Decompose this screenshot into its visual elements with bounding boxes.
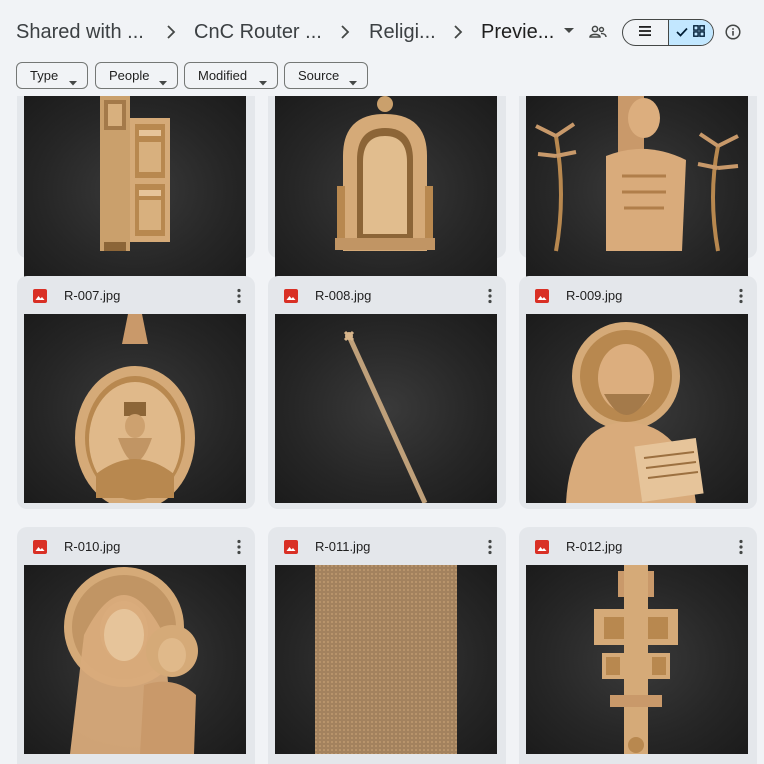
file-card-header: R-012.jpg (519, 527, 757, 565)
chevron-right-icon (451, 22, 465, 42)
breadcrumb-item-religious[interactable]: Religi... (369, 20, 436, 44)
file-card[interactable] (268, 96, 506, 285)
grid-view-button[interactable] (667, 20, 713, 45)
image-file-icon (284, 289, 298, 303)
file-thumbnail (526, 565, 748, 754)
dropdown-arrow-icon (259, 74, 267, 89)
filter-source-label: Source (298, 68, 340, 83)
file-thumbnail (275, 314, 497, 503)
file-name: R-012.jpg (566, 539, 623, 554)
more-vert-icon[interactable] (488, 539, 492, 555)
header-bar: Shared with ... CnC Router ... Religi...… (0, 0, 764, 62)
info-icon[interactable] (725, 24, 741, 40)
image-file-icon (535, 540, 549, 554)
check-icon (676, 24, 689, 42)
file-card[interactable]: R-008.jpg (268, 276, 506, 509)
filter-source-chip[interactable]: Source (284, 62, 368, 89)
file-card-header: R-008.jpg (268, 276, 506, 314)
filter-modified-label: Modified (198, 68, 248, 83)
file-grid: R-007.jpg R-008.jpg R-009.jpg R-010.jpg … (0, 96, 764, 764)
image-file-icon (33, 289, 47, 303)
file-card[interactable] (17, 96, 255, 285)
more-vert-icon[interactable] (237, 539, 241, 555)
grid-view-icon (693, 24, 706, 42)
file-thumbnail (526, 314, 748, 503)
file-card[interactable]: R-009.jpg (519, 276, 757, 509)
file-card-header: R-010.jpg (17, 527, 255, 565)
filter-people-chip[interactable]: People (95, 62, 178, 89)
file-card[interactable]: R-011.jpg (268, 527, 506, 764)
file-card[interactable]: R-012.jpg (519, 527, 757, 764)
people-icon[interactable] (589, 24, 607, 40)
file-card-header: R-011.jpg (268, 527, 506, 565)
file-name: R-009.jpg (566, 288, 623, 303)
file-card[interactable] (519, 96, 757, 285)
image-file-icon (33, 540, 47, 554)
file-thumbnail (24, 314, 246, 503)
more-vert-icon[interactable] (237, 288, 241, 304)
file-thumbnail (275, 96, 497, 285)
breadcrumb-item-shared[interactable]: Shared with ... (16, 20, 144, 44)
filter-type-chip[interactable]: Type (16, 62, 88, 89)
folder-menu-dropdown-icon[interactable] (563, 27, 575, 35)
filter-type-label: Type (30, 68, 59, 83)
file-card[interactable]: R-010.jpg (17, 527, 255, 764)
dropdown-arrow-icon (349, 74, 357, 89)
file-name: R-010.jpg (64, 539, 121, 554)
file-thumbnail (24, 96, 246, 285)
list-view-icon (638, 24, 652, 42)
file-name: R-007.jpg (64, 288, 121, 303)
more-vert-icon[interactable] (488, 288, 492, 304)
file-thumbnail (275, 565, 497, 754)
file-name: R-008.jpg (315, 288, 372, 303)
file-card-header: R-009.jpg (519, 276, 757, 314)
file-thumbnail (24, 565, 246, 754)
dropdown-arrow-icon (159, 74, 167, 89)
file-thumbnail (526, 96, 748, 285)
dropdown-arrow-icon (69, 74, 77, 89)
file-card[interactable]: R-007.jpg (17, 276, 255, 509)
more-vert-icon[interactable] (739, 539, 743, 555)
list-view-button[interactable] (623, 20, 668, 45)
chevron-right-icon (164, 22, 178, 42)
filter-modified-chip[interactable]: Modified (184, 62, 278, 89)
image-file-icon (284, 540, 298, 554)
view-toggle (622, 19, 714, 46)
more-vert-icon[interactable] (739, 288, 743, 304)
chevron-right-icon (338, 22, 352, 42)
file-name: R-011.jpg (315, 539, 371, 554)
breadcrumb-item-cnc-router[interactable]: CnC Router ... (194, 20, 322, 44)
file-card-header: R-007.jpg (17, 276, 255, 314)
breadcrumb-current-folder[interactable]: Previe... (481, 20, 554, 44)
filter-people-label: People (109, 68, 150, 83)
image-file-icon (535, 289, 549, 303)
